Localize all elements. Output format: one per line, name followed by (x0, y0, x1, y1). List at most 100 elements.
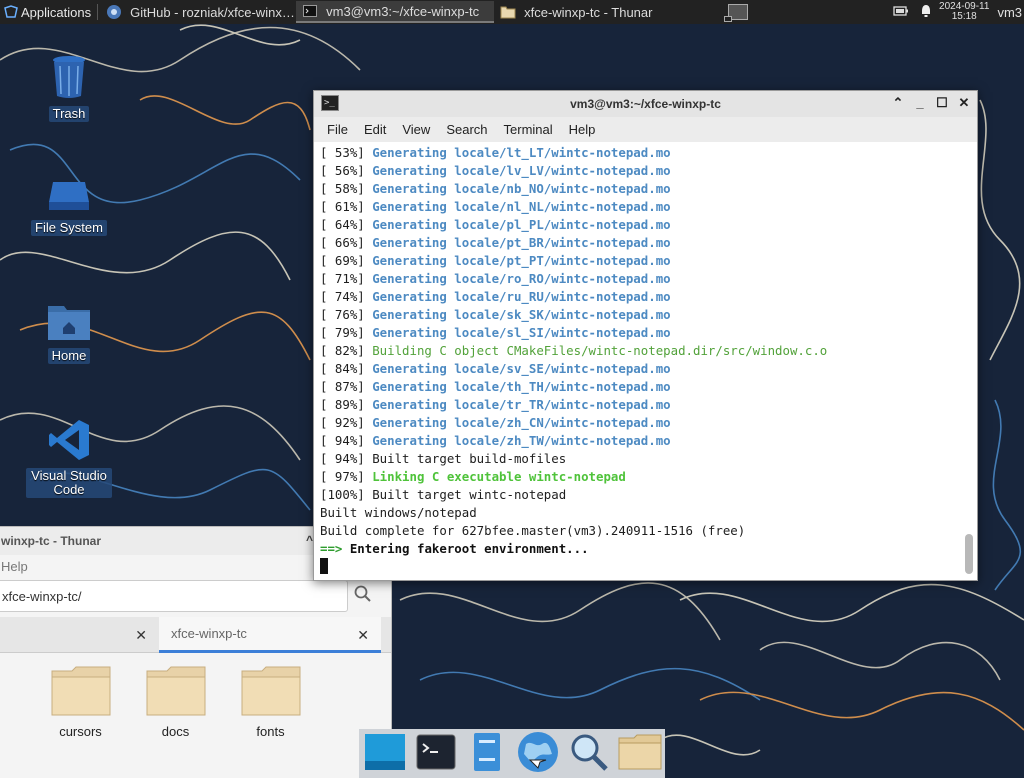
file-manager-icon (473, 732, 501, 776)
panel-tray: 2024-09-11 15:18 vm3 (893, 0, 1024, 24)
menu-view[interactable]: View (402, 122, 430, 137)
file-item-cursors[interactable]: cursors (33, 665, 128, 739)
terminal-line-prefix: [ 97%] (320, 469, 373, 484)
terminal-line-text: Generating locale/lv_LV/wintc-notepad.mo (372, 163, 671, 178)
terminal-line-text: Generating locale/sv_SE/wintc-notepad.mo (372, 361, 671, 376)
desktop-icon-label: File System (31, 220, 107, 236)
desktop-icon-filesystem[interactable]: File System (24, 180, 114, 236)
taskbar-item-terminal[interactable]: vm3@vm3:~/xfce-winxp-tc (296, 1, 495, 23)
trash-icon (51, 54, 87, 104)
terminal-line-prefix: [ 84%] (320, 361, 373, 376)
folder-icon (500, 4, 516, 20)
terminal-titlebar[interactable]: >_ vm3@vm3:~/xfce-winxp-tc ⌃ _ ☐ ✕ (314, 91, 977, 117)
desktop-icon-label: Home (47, 348, 91, 364)
clock[interactable]: 2024-09-11 15:18 (939, 2, 989, 22)
terminal-line-prefix: [ 58%] (320, 181, 373, 196)
close-icon[interactable]: ✕ (957, 95, 971, 111)
xfce-logo-icon (4, 5, 18, 19)
terminal-output[interactable]: [ 53%] Generating locale/lt_LT/wintc-not… (314, 142, 977, 580)
dock-item-files[interactable] (461, 729, 512, 778)
terminal-line-prefix: [ 94%] (320, 433, 373, 448)
terminal-line-text: Generating locale/pt_BR/wintc-notepad.mo (372, 235, 671, 250)
dock-item-appfinder[interactable] (563, 729, 614, 778)
terminal-line-text: Generating locale/sl_SI/wintc-notepad.mo (372, 325, 671, 340)
terminal-line-text: Generating locale/th_TH/wintc-notepad.mo (372, 379, 671, 394)
thunar-location-bar: xfce-winxp-tc/ (0, 577, 391, 615)
notification-bell-icon[interactable] (919, 4, 933, 21)
chevron-up-icon[interactable]: ^ (306, 533, 313, 547)
terminal-line-text: Generating locale/zh_CN/wintc-notepad.mo (372, 415, 671, 430)
terminal-line: [ 66%] Generating locale/pt_BR/wintc-not… (320, 234, 977, 252)
terminal-line: [ 94%] Generating locale/zh_TW/wintc-not… (320, 432, 977, 450)
menu-file[interactable]: File (327, 122, 348, 137)
dock-item-terminal[interactable] (410, 729, 461, 778)
app-finder-icon (569, 732, 609, 776)
scrollbar-thumb[interactable] (965, 534, 973, 574)
terminal-line-prefix: [ 69%] (320, 253, 373, 268)
dock-item-browser[interactable] (512, 729, 563, 778)
menu-help[interactable]: Help (569, 122, 596, 137)
terminal-line-prefix: [ 61%] (320, 199, 373, 214)
terminal-line: [ 74%] Generating locale/ru_RU/wintc-not… (320, 288, 977, 306)
file-item-fonts[interactable]: fonts (223, 665, 318, 739)
terminal-line: [ 89%] Generating locale/tr_TR/wintc-not… (320, 396, 977, 414)
terminal-line: [ 56%] Generating locale/lv_LV/wintc-not… (320, 162, 977, 180)
terminal-line-text: Generating locale/pl_PL/wintc-notepad.mo (372, 217, 671, 232)
file-name: fonts (256, 724, 285, 739)
terminal-line-prefix: [ 94%] (320, 451, 373, 466)
folder-icon (240, 665, 302, 720)
terminal-line-text: Building C object CMakeFiles/wintc-notep… (372, 343, 828, 358)
terminal-line: [ 64%] Generating locale/pl_PL/wintc-not… (320, 216, 977, 234)
terminal-line-prefix: [ 66%] (320, 235, 373, 250)
menu-search[interactable]: Search (446, 122, 487, 137)
desktop-icon-trash[interactable]: Trash (24, 54, 114, 122)
dock-item-desktop[interactable] (359, 729, 410, 778)
close-icon[interactable]: ✕ (357, 627, 369, 644)
desktop-icon-home[interactable]: Home (24, 302, 114, 364)
terminal-line-text: Linking C executable wintc-notepad (372, 469, 626, 484)
terminal-line: [100%] Built target wintc-notepad (320, 486, 977, 504)
tab-label: xfce-winxp-tc (171, 626, 247, 641)
maximize-icon[interactable]: ☐ (935, 95, 949, 111)
thunar-tab-2[interactable]: xfce-winxp-tc ✕ (159, 617, 381, 653)
menu-terminal[interactable]: Terminal (504, 122, 553, 137)
terminal-line: Build complete for 627bfee.master(vm3).2… (320, 522, 977, 540)
desktop-icon-label: Trash (48, 106, 90, 122)
minimize-icon[interactable]: _ (913, 95, 927, 111)
chevron-up-icon[interactable]: ⌃ (891, 95, 905, 111)
taskbar-item-label: xfce-winxp-tc - Thunar (524, 4, 653, 20)
applications-menu-button[interactable]: Applications (0, 0, 95, 24)
user-menu[interactable]: vm3 (997, 5, 1022, 20)
close-icon[interactable]: ✕ (135, 627, 147, 644)
workspace-switcher[interactable] (724, 2, 749, 22)
dock-item-folder[interactable] (614, 729, 665, 778)
desktop-icon-vscode[interactable]: Visual Studio Code (24, 418, 114, 498)
folder-icon (50, 665, 112, 720)
terminal-icon: >_ (321, 95, 339, 111)
terminal-prompt-line (320, 558, 977, 576)
thunar-tab-1[interactable]: ✕ (0, 617, 159, 653)
thunar-title: winxp-tc - Thunar (1, 534, 101, 548)
battery-icon[interactable] (893, 5, 909, 20)
desktop-icon (364, 733, 406, 775)
terminal-icon (302, 3, 318, 19)
terminal-title: vm3@vm3:~/xfce-winxp-tc (570, 97, 721, 111)
terminal-line: [ 53%] Generating locale/lt_LT/wintc-not… (320, 144, 977, 162)
taskbar-item-thunar[interactable]: xfce-winxp-tc - Thunar (494, 1, 694, 23)
taskbar-item-github[interactable]: GitHub - rozniak/xfce-winx… (100, 1, 296, 23)
terminal-line-prefix: [ 53%] (320, 145, 373, 160)
location-input[interactable]: xfce-winxp-tc/ (0, 580, 348, 612)
terminal-line-text: Generating locale/ru_RU/wintc-notepad.mo (372, 289, 671, 304)
taskbar-item-label: vm3@vm3:~/xfce-winxp-tc (326, 3, 480, 19)
terminal-line: [ 92%] Generating locale/zh_CN/wintc-not… (320, 414, 977, 432)
file-item-docs[interactable]: docs (128, 665, 223, 739)
menu-edit[interactable]: Edit (364, 122, 386, 137)
terminal-line-text: Generating locale/nl_NL/wintc-notepad.mo (372, 199, 671, 214)
folder-icon (618, 734, 662, 774)
thunar-menu-help[interactable]: Help (1, 559, 28, 574)
terminal-line: Built windows/notepad (320, 504, 977, 522)
terminal-line-prefix: [ 82%] (320, 343, 373, 358)
terminal-scrollbar[interactable] (965, 146, 973, 576)
search-icon[interactable] (348, 585, 378, 608)
terminal-line-text: Generating locale/ro_RO/wintc-notepad.mo (372, 271, 671, 286)
